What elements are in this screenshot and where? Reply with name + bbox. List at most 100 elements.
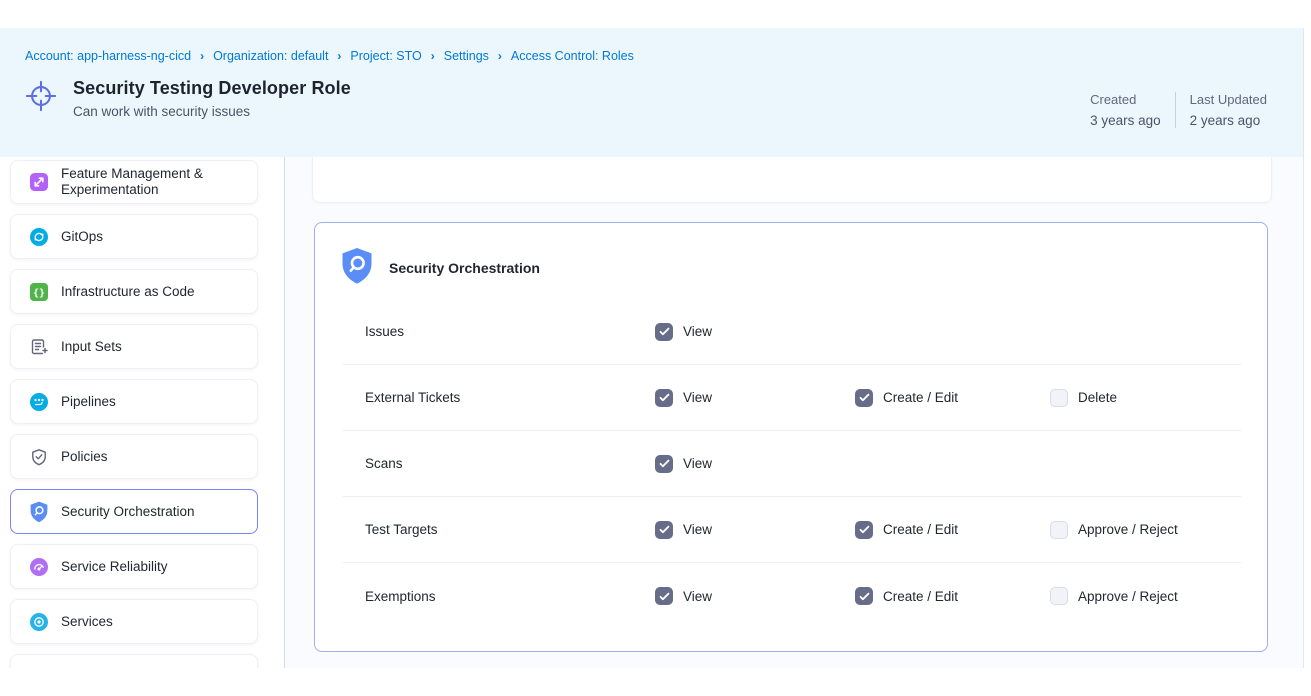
permission-label: Approve / Reject: [1078, 522, 1178, 537]
permission-label: View: [683, 324, 712, 339]
sidebar-item-label: Infrastructure as Code: [61, 284, 195, 300]
checkbox-create-edit[interactable]: [855, 389, 873, 407]
breadcrumb-separator: ›: [498, 49, 502, 63]
permission-row-test-targets: Test Targets View Create / Edit Approve / R…: [343, 497, 1241, 563]
permission-create-edit: Create / Edit: [855, 389, 1050, 407]
sidebar-item-gitops[interactable]: GitOps: [10, 214, 258, 259]
resource-label: Test Targets: [343, 522, 655, 537]
resource-label: Exemptions: [343, 589, 655, 604]
resource-label: Scans: [343, 456, 655, 471]
permission-create-edit: Create / Edit: [855, 521, 1050, 539]
module-sidebar: Feature Management & Experimentation GitO…: [0, 157, 285, 668]
gitops-icon: [29, 226, 49, 247]
permission-view: View: [655, 389, 855, 407]
sidebar-item-label: Policies: [61, 449, 108, 465]
permission-approve-reject: Approve / Reject: [1050, 521, 1241, 539]
service-reliability-icon: [29, 556, 49, 577]
permission-rows: IssuesViewExternal TicketsViewCreate / E…: [315, 299, 1267, 629]
permission-delete: Delete: [1050, 389, 1241, 407]
sidebar-item-label: Input Sets: [61, 339, 122, 355]
meta-divider: [1175, 92, 1176, 128]
checkbox-create-edit[interactable]: [855, 587, 873, 605]
services-icon: [29, 611, 49, 632]
checkbox-view[interactable]: [655, 587, 673, 605]
breadcrumb-link-organization[interactable]: Organization: default: [213, 49, 328, 63]
role-meta: Created 3 years ago Last Updated 2 years…: [1090, 92, 1267, 128]
checkbox-create-edit[interactable]: [855, 521, 873, 539]
breadcrumb-link-project[interactable]: Project: STO: [350, 49, 421, 63]
checkbox-view[interactable]: [655, 323, 673, 341]
permission-row-external-tickets: External TicketsViewCreate / EditDelete: [343, 365, 1241, 431]
permission-label: Create / Edit: [883, 390, 958, 405]
created-label: Created: [1090, 92, 1161, 107]
sidebar-item-feature-management-experimentation[interactable]: Feature Management & Experimentation: [10, 160, 258, 204]
permission-row-issues: Issues View: [343, 299, 1241, 365]
module-title: Security Orchestration: [389, 260, 540, 276]
checkbox-view[interactable]: [655, 389, 673, 407]
fme-icon: [29, 172, 49, 193]
permission-label: Delete: [1078, 390, 1117, 405]
sidebar-item-security-orchestration[interactable]: Security Orchestration: [10, 489, 258, 534]
checkbox-view[interactable]: [655, 455, 673, 473]
permission-label: Approve / Reject: [1078, 589, 1178, 604]
breadcrumb-link-access-control[interactable]: Access Control: Roles: [511, 49, 634, 63]
app-window: Account: app-harness-ng-cicd › Organizatio…: [0, 28, 1304, 668]
sidebar-item-label: Feature Management & Experimentation: [61, 166, 257, 198]
breadcrumb: Account: app-harness-ng-cicd › Organizatio…: [25, 28, 1303, 63]
security-orchestration-card: Security Orchestration IssuesViewExterna…: [314, 222, 1268, 652]
policies-icon: [29, 446, 49, 467]
sidebar-item-policies[interactable]: Policies: [10, 434, 258, 479]
page-subtitle: Can work with security issues: [73, 104, 351, 119]
page-title: Security Testing Developer Role: [73, 78, 351, 99]
permission-view: View: [655, 455, 855, 473]
sidebar-item-label: Services: [61, 614, 113, 630]
last-updated-meta: Last Updated 2 years ago: [1190, 92, 1267, 128]
checkbox-delete[interactable]: [1050, 389, 1068, 407]
permission-row-scans: Scans View: [343, 431, 1241, 497]
checkbox-view[interactable]: [655, 521, 673, 539]
breadcrumb-separator: ›: [431, 49, 435, 63]
previous-module-card: [312, 157, 1272, 203]
permission-approve-reject: Approve / Reject: [1050, 587, 1241, 605]
permission-label: View: [683, 589, 712, 604]
svg-text:{}: {}: [33, 287, 45, 298]
page-header: Account: app-harness-ng-cicd › Organizatio…: [0, 28, 1303, 157]
last-updated-value: 2 years ago: [1190, 113, 1267, 128]
input-sets-icon: [29, 336, 49, 357]
breadcrumb-separator: ›: [337, 49, 341, 63]
sidebar-item-infrastructure-as-code[interactable]: {} Infrastructure as Code: [10, 269, 258, 314]
sidebar-item-label: Service Reliability: [61, 559, 168, 575]
permission-label: Create / Edit: [883, 522, 958, 537]
sidebar-item-service-reliability[interactable]: Service Reliability: [10, 544, 258, 589]
permission-view: View: [655, 323, 855, 341]
breadcrumb-link-settings[interactable]: Settings: [444, 49, 489, 63]
sidebar-item-cut-off[interactable]: [10, 654, 258, 668]
permission-label: View: [683, 390, 712, 405]
created-value: 3 years ago: [1090, 113, 1161, 128]
permission-view: View: [655, 521, 855, 539]
permission-view: View: [655, 587, 855, 605]
resource-label: Issues: [343, 324, 655, 339]
sidebar-item-input-sets[interactable]: Input Sets: [10, 324, 258, 369]
permission-label: Create / Edit: [883, 589, 958, 604]
sidebar-item-label: GitOps: [61, 229, 103, 245]
breadcrumb-link-account[interactable]: Account: app-harness-ng-cicd: [25, 49, 191, 63]
permission-row-exemptions: Exemptions View Create / Edit Approve / Rej…: [343, 563, 1241, 629]
sidebar-item-label: Pipelines: [61, 394, 116, 410]
last-updated-label: Last Updated: [1190, 92, 1267, 107]
breadcrumb-separator: ›: [200, 49, 204, 63]
created-meta: Created 3 years ago: [1090, 92, 1161, 128]
pipelines-icon: [29, 391, 49, 412]
permission-create-edit: Create / Edit: [855, 587, 1050, 605]
sidebar-item-label: Security Orchestration: [61, 504, 195, 520]
content-area: Feature Management & Experimentation GitO…: [0, 157, 1303, 668]
checkbox-approve-reject[interactable]: [1050, 587, 1068, 605]
sidebar-item-pipelines[interactable]: Pipelines: [10, 379, 258, 424]
main-panel: Security Orchestration IssuesViewExterna…: [285, 157, 1303, 668]
permission-label: View: [683, 522, 712, 537]
security-shield-icon: [29, 501, 49, 522]
permission-label: View: [683, 456, 712, 471]
sidebar-item-services[interactable]: Services: [10, 599, 258, 644]
checkbox-approve-reject[interactable]: [1050, 521, 1068, 539]
role-target-icon: [25, 80, 57, 117]
